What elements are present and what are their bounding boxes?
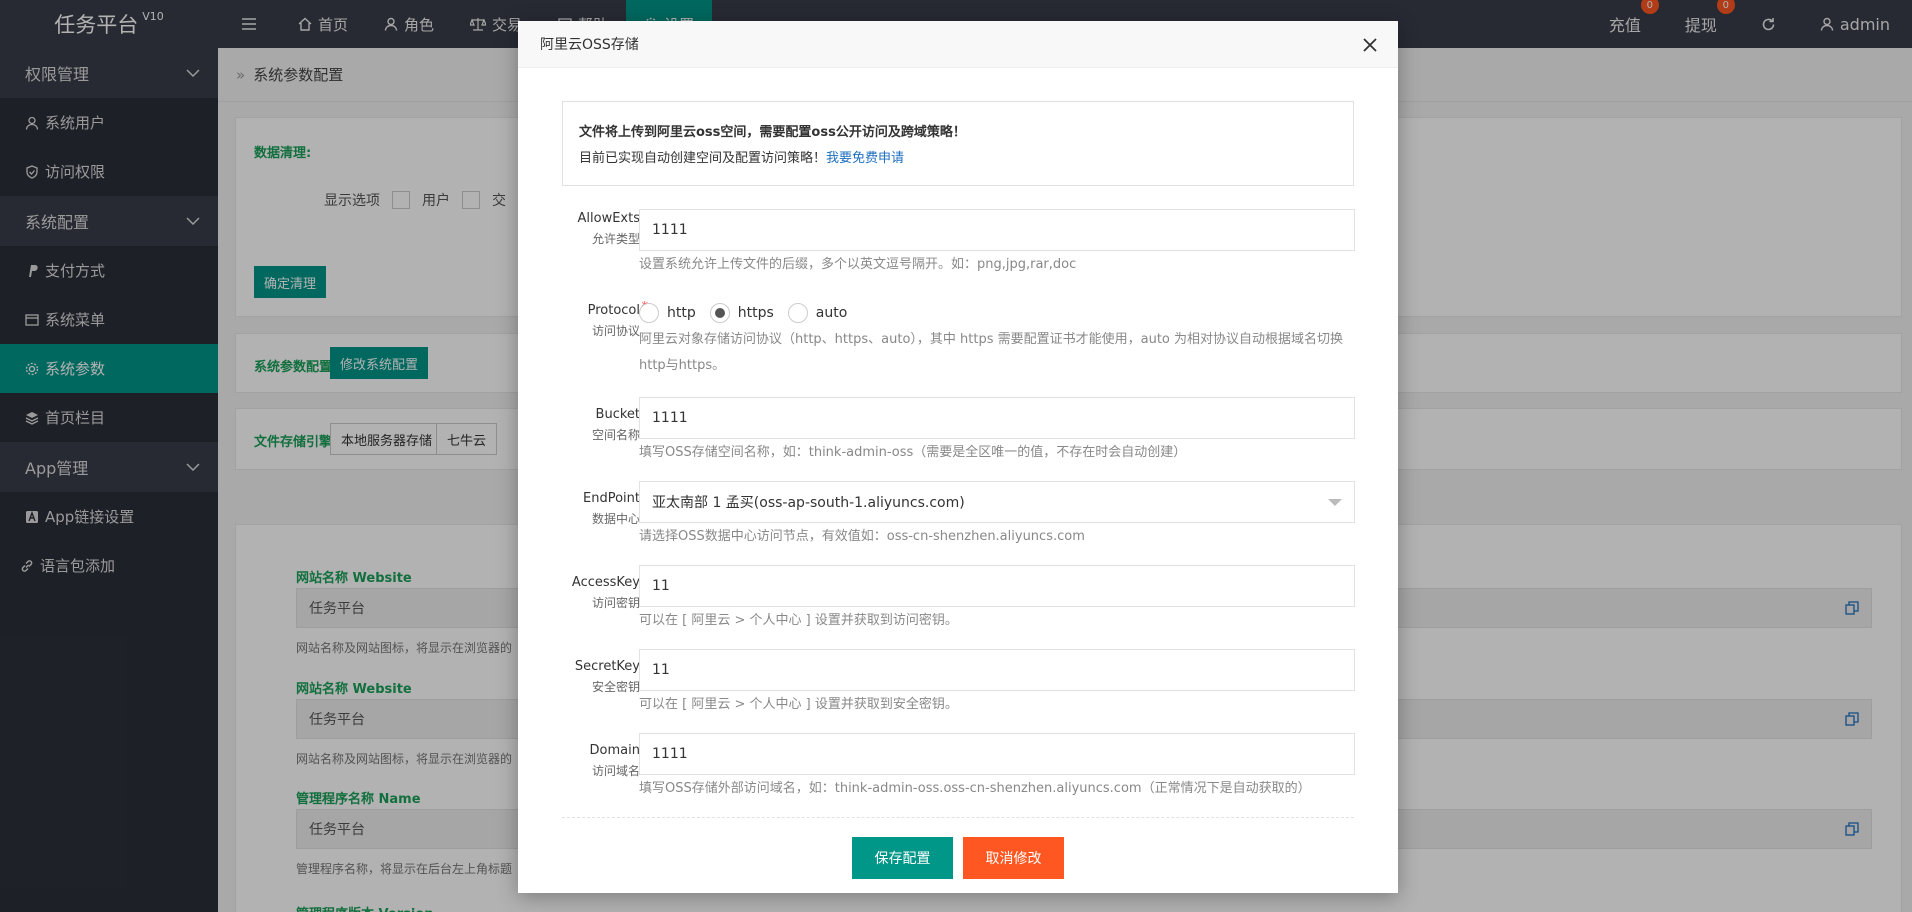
domain-sublabel: 访问域名 (591, 764, 640, 778)
oss-notice: 文件将上传到阿里云oss空间，需要配置oss公开访问及跨域策略！ 目前已实现自动… (562, 101, 1354, 186)
allowexts-sublabel: 允许类型 (591, 232, 640, 246)
notice-line-1: 文件将上传到阿里云oss空间，需要配置oss公开访问及跨域策略！ (579, 125, 966, 140)
secretkey-label: SecretKey* 安全密钥 (548, 656, 648, 697)
radio-circle (639, 303, 659, 323)
modal-divider (562, 817, 1354, 818)
modal-actions: 保存配置 取消修改 (518, 837, 1398, 879)
modal-header: 阿里云OSS存储 (518, 21, 1398, 68)
endpoint-select[interactable]: 亚太南部 1 孟买(oss-ap-south-1.aliyuncs.com) (639, 481, 1355, 523)
bucket-label: Bucket* 空间名称 (548, 404, 648, 445)
accesskey-hint: 可以在 [ 阿里云 > 个人中心 ] 设置并获取到访问密钥。 (639, 613, 958, 628)
secretkey-input[interactable]: 11 (639, 649, 1355, 691)
close-icon[interactable] (1360, 35, 1380, 55)
protocol-http-radio[interactable]: http (639, 303, 696, 323)
protocol-https-radio[interactable]: https (709, 303, 774, 323)
endpoint-hint: 请选择OSS数据中心访问节点，有效值如：oss-cn-shenzhen.aliy… (639, 529, 1085, 544)
protocol-sublabel: 访问协议 (591, 324, 640, 338)
free-apply-link[interactable]: 我要免费申请 (826, 151, 904, 166)
save-config-button[interactable]: 保存配置 (852, 837, 953, 879)
domain-hint: 填写OSS存储外部访问域名，如：think-admin-oss.oss-cn-s… (639, 781, 1311, 796)
protocol-label: Protocol* 访问协议 (548, 300, 648, 341)
protocol-auto-radio[interactable]: auto (787, 303, 847, 323)
bucket-input[interactable]: 1111 (639, 397, 1355, 439)
modal-title: 阿里云OSS存储 (540, 37, 639, 53)
radio-circle-checked (709, 303, 730, 323)
domain-input[interactable]: 1111 (639, 733, 1355, 775)
allowexts-input[interactable]: 1111 (639, 209, 1355, 251)
endpoint-sublabel: 数据中心 (591, 512, 640, 526)
endpoint-value: 亚太南部 1 孟买(oss-ap-south-1.aliyuncs.com) (652, 495, 965, 511)
protocol-hint: 阿里云对象存储访问协议（http、https、auto），其中 https 需要… (639, 332, 1344, 373)
secretkey-hint: 可以在 [ 阿里云 > 个人中心 ] 设置并获取到安全密钥。 (639, 697, 958, 712)
notice-text: 目前已实现自动创建空间及配置访问策略！ (579, 151, 827, 166)
allowexts-hint: 设置系统允许上传文件的后缀，多个以英文逗号隔开。如：png,jpg,rar,do… (639, 257, 1077, 272)
protocol-radio-group: http https auto (639, 303, 847, 323)
accesskey-sublabel: 访问密钥 (591, 596, 640, 610)
allowexts-label: AllowExts* 允许类型 (548, 208, 648, 249)
domain-label: Domain 访问域名 (548, 741, 640, 781)
bucket-hint: 填写OSS存储空间名称，如：think-admin-oss（需要是全区唯一的值，… (639, 445, 1187, 460)
accesskey-label: AccessKey* 访问密钥 (548, 572, 648, 613)
accesskey-input[interactable]: 11 (639, 565, 1355, 607)
secretkey-sublabel: 安全密钥 (591, 680, 640, 694)
oss-settings-modal: 阿里云OSS存储 文件将上传到阿里云oss空间，需要配置oss公开访问及跨域策略… (518, 21, 1398, 893)
endpoint-label: EndPoint* 数据中心 (548, 488, 648, 529)
cancel-edit-button[interactable]: 取消修改 (963, 837, 1064, 879)
bucket-sublabel: 空间名称 (591, 428, 640, 442)
radio-circle (787, 303, 808, 323)
caret-down-icon (1328, 499, 1342, 506)
notice-line-2: 目前已实现自动创建空间及配置访问策略！我要免费申请 (579, 146, 1337, 172)
